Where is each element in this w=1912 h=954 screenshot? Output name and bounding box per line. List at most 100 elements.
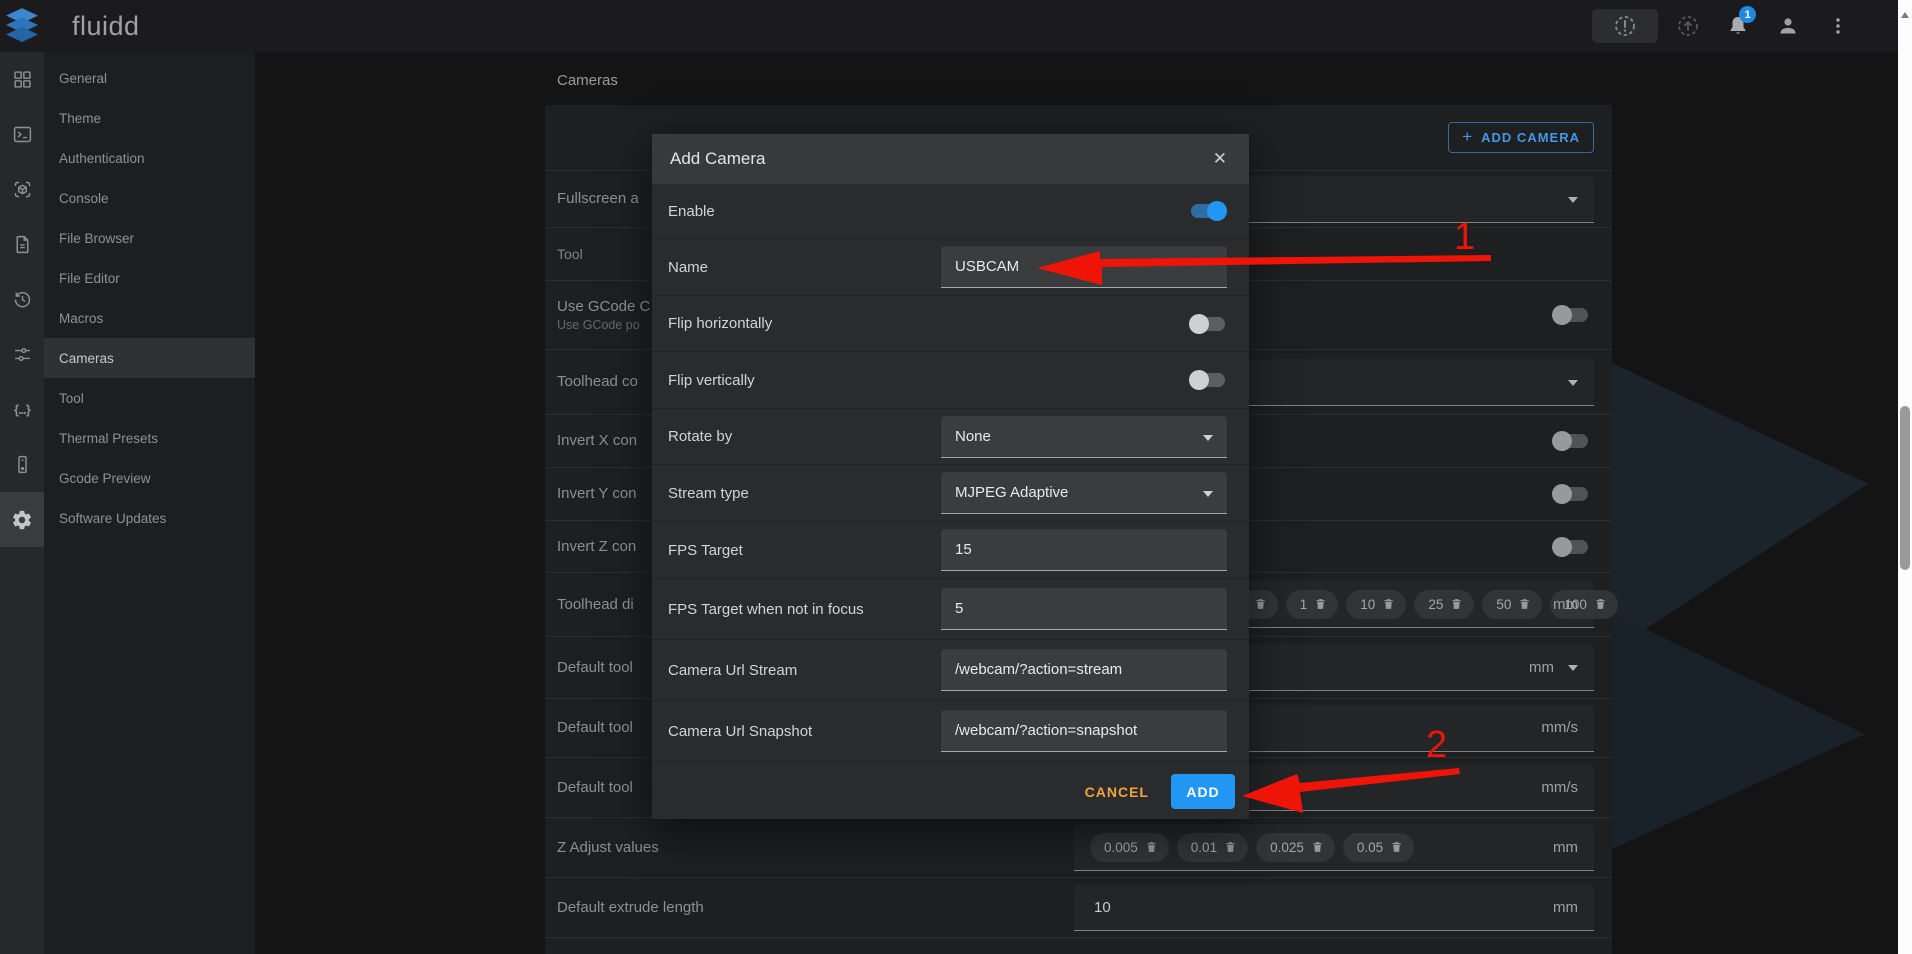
- scroll-up-arrow-icon[interactable]: [1901, 8, 1909, 18]
- flip-horizontal-toggle[interactable]: [1189, 314, 1227, 334]
- z-adjust-chip[interactable]: 0.025: [1256, 833, 1335, 862]
- extrude-length-input[interactable]: 10 mm: [1074, 884, 1594, 931]
- dialog-row-name: Name: [652, 239, 1249, 296]
- console-icon: [12, 124, 33, 145]
- menu-item-file-editor[interactable]: File Editor: [44, 258, 255, 298]
- trash-icon[interactable]: [1518, 597, 1531, 611]
- fps-unfocused-input[interactable]: [941, 600, 1227, 617]
- dialog-row-url-stream: Camera Url Stream: [652, 640, 1249, 701]
- camera-url-stream-input[interactable]: [941, 661, 1227, 678]
- nav-configure[interactable]: {...}: [0, 382, 44, 437]
- fluidd-logo-icon[interactable]: [0, 8, 44, 44]
- more-menu-button[interactable]: [1818, 6, 1858, 46]
- menu-item-macros[interactable]: Macros: [44, 298, 255, 338]
- nav-rail: {...}: [0, 52, 44, 954]
- dialog-row-flip-horizontal: Flip horizontally: [652, 296, 1249, 352]
- flip-vertical-toggle[interactable]: [1189, 370, 1227, 390]
- trash-icon[interactable]: [1382, 597, 1395, 611]
- nav-system[interactable]: [0, 437, 44, 492]
- distance-chip[interactable]: 50: [1482, 590, 1542, 619]
- rotate-by-select[interactable]: None: [941, 416, 1227, 458]
- z-adjust-chip[interactable]: 0.05: [1343, 833, 1414, 862]
- z-adjust-chip[interactable]: 0.005: [1090, 833, 1169, 862]
- nav-file-browser[interactable]: [0, 217, 44, 272]
- plus-icon: +: [1462, 127, 1473, 147]
- history-icon: [12, 289, 33, 310]
- distance-chip[interactable]: 1: [1286, 590, 1339, 619]
- file-document-icon: [12, 234, 33, 255]
- nav-dashboard[interactable]: [0, 52, 44, 107]
- invert-z-toggle[interactable]: [1552, 537, 1590, 557]
- dialog-row-fps-target: FPS Target: [652, 522, 1249, 579]
- add-camera-button[interactable]: + ADD CAMERA: [1448, 122, 1594, 153]
- menu-item-software-updates[interactable]: Software Updates: [44, 498, 255, 538]
- cube-scan-icon: [12, 179, 33, 200]
- trash-icon[interactable]: [1390, 840, 1403, 854]
- user-icon: [1776, 14, 1800, 38]
- server-tower-icon: [12, 454, 33, 475]
- menu-item-theme[interactable]: Theme: [44, 98, 255, 138]
- menu-item-tool[interactable]: Tool: [44, 378, 255, 418]
- stream-type-select[interactable]: MJPEG Adaptive: [941, 472, 1227, 514]
- dialog-row-enable: Enable: [652, 184, 1249, 239]
- camera-name-input[interactable]: [941, 258, 1227, 275]
- trash-icon[interactable]: [1224, 840, 1237, 854]
- emergency-stop-button[interactable]: [1592, 9, 1658, 43]
- menu-item-thermal-presets[interactable]: Thermal Presets: [44, 418, 255, 458]
- user-button[interactable]: [1768, 6, 1808, 46]
- notifications-button[interactable]: 1: [1718, 6, 1758, 46]
- trash-icon[interactable]: [1594, 597, 1607, 611]
- fluidd-logo-icon: [6, 8, 38, 44]
- chevron-down-icon: [1203, 435, 1213, 446]
- trash-icon[interactable]: [1145, 840, 1158, 854]
- topbar-actions: 1: [1592, 6, 1898, 46]
- dashboard-icon: [12, 69, 33, 90]
- distance-chip[interactable]: 10: [1346, 590, 1406, 619]
- fluidd-settings-screen: fluidd 1: [0, 0, 1912, 954]
- dialog-row-url-snapshot: Camera Url Snapshot: [652, 701, 1249, 762]
- gear-icon: [11, 509, 33, 531]
- nav-settings[interactable]: [0, 492, 44, 547]
- chevron-down-icon: [1568, 665, 1578, 676]
- dialog-row-flip-vertical: Flip vertically: [652, 352, 1249, 409]
- menu-item-cameras[interactable]: Cameras: [44, 338, 255, 378]
- camera-url-snapshot-input[interactable]: [941, 722, 1227, 739]
- invert-y-toggle[interactable]: [1552, 484, 1590, 504]
- menu-item-general[interactable]: General: [44, 58, 255, 98]
- app-title: fluidd: [72, 11, 140, 42]
- chevron-down-icon: [1568, 380, 1578, 391]
- use-gcode-toggle[interactable]: [1552, 305, 1590, 325]
- menu-item-gcode-preview[interactable]: Gcode Preview: [44, 458, 255, 498]
- enable-toggle[interactable]: [1189, 201, 1227, 221]
- close-icon[interactable]: ✕: [1209, 145, 1231, 173]
- distance-chip[interactable]: 25: [1414, 590, 1474, 619]
- chevron-down-icon: [1568, 197, 1578, 208]
- nav-console[interactable]: [0, 107, 44, 162]
- nav-gcode-preview[interactable]: [0, 162, 44, 217]
- fps-target-input[interactable]: [941, 541, 1227, 558]
- z-adjust-chips: 0.005 0.01 0.025 0.05: [1074, 833, 1414, 862]
- add-button[interactable]: ADD: [1171, 774, 1235, 809]
- nav-tune[interactable]: [0, 327, 44, 382]
- chevron-down-icon: [1203, 491, 1213, 502]
- trash-icon[interactable]: [1450, 597, 1463, 611]
- fluidd-watermark: [1610, 362, 1868, 652]
- menu-item-console[interactable]: Console: [44, 178, 255, 218]
- page-scrollbar[interactable]: [1898, 0, 1912, 954]
- trash-icon[interactable]: [1311, 840, 1324, 854]
- scrollbar-thumb[interactable]: [1900, 406, 1910, 570]
- update-button[interactable]: [1668, 6, 1708, 46]
- dialog-row-fps-unfocused: FPS Target when not in focus: [652, 579, 1249, 640]
- trash-icon[interactable]: [1254, 597, 1267, 611]
- trash-icon[interactable]: [1314, 597, 1327, 611]
- invert-x-toggle[interactable]: [1552, 431, 1590, 451]
- dialog-title: Add Camera: [670, 149, 1209, 169]
- menu-item-file-browser[interactable]: File Browser: [44, 218, 255, 258]
- tune-sliders-icon: [12, 344, 33, 365]
- setting-row-z-adjust: Z Adjust values 0.005 0.01 0.025 0.05 mm: [545, 818, 1612, 878]
- z-adjust-chip[interactable]: 0.01: [1177, 833, 1248, 862]
- cancel-button[interactable]: CANCEL: [1085, 784, 1149, 800]
- menu-item-authentication[interactable]: Authentication: [44, 138, 255, 178]
- nav-history[interactable]: [0, 272, 44, 327]
- kebab-menu-icon: [1826, 14, 1850, 38]
